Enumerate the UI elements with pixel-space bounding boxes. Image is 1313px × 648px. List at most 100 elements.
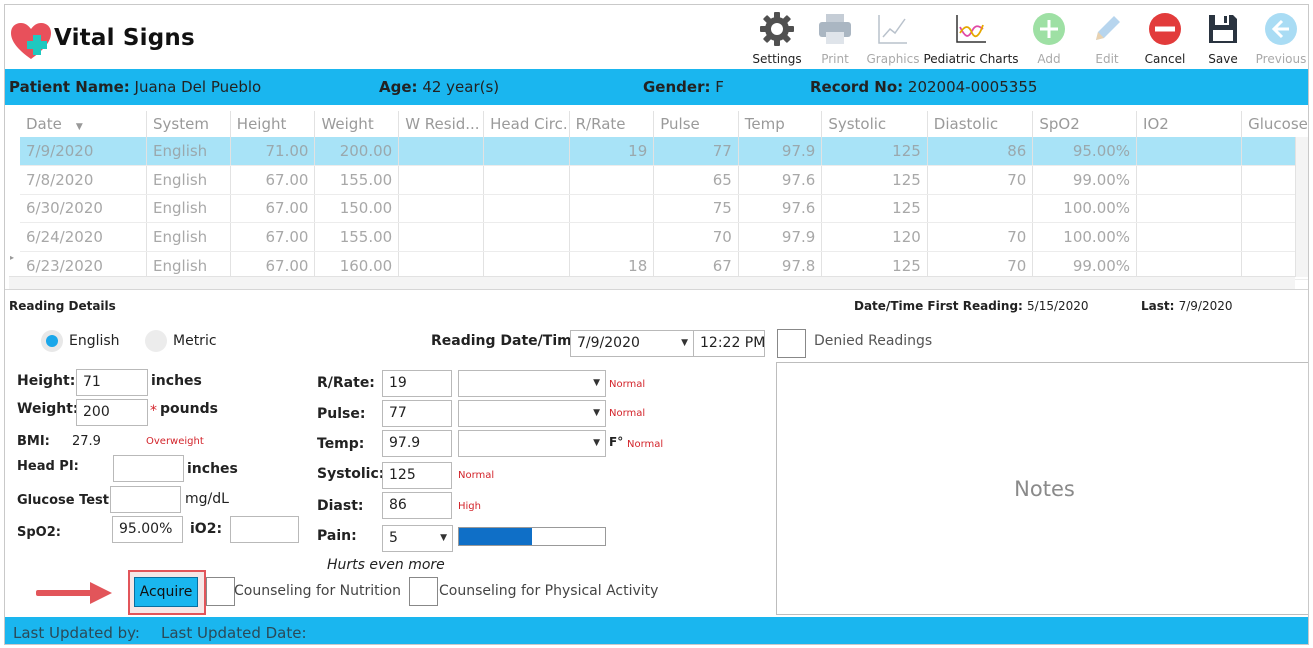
chevron-down-icon: ▼ (593, 378, 600, 388)
chevron-down-icon: ▼ (681, 338, 688, 348)
table-cell: 100.00% (1032, 194, 1138, 224)
systolic-input[interactable]: 125 (382, 462, 452, 489)
table-row[interactable]: 6/30/2020 English 67.00 150.00 75 97.6 125 100.… (20, 194, 1308, 224)
notes-textarea[interactable]: Notes (776, 362, 1308, 615)
column-header[interactable]: Diastolic (927, 111, 1034, 137)
table-cell: 65 (653, 165, 739, 195)
cancel-label: Cancel (1144, 52, 1186, 66)
weight-input[interactable]: 200 (76, 399, 148, 426)
table-cell: 150.00 (314, 194, 400, 224)
temp-input[interactable]: 97.9 (382, 430, 452, 457)
column-header[interactable]: Temp (738, 111, 823, 137)
bmi-value: 27.9 (72, 434, 101, 449)
counseling-physical-activity-label: Counseling for Physical Activity (439, 583, 659, 599)
column-header[interactable]: W Resid... (398, 111, 485, 137)
table-row[interactable]: 7/8/2020 English 67.00 155.00 65 97.6 125 70 99.… (20, 165, 1308, 195)
add-label: Add (1037, 52, 1061, 66)
pulse-dropdown[interactable]: ▼ (458, 400, 606, 427)
counseling-nutrition-checkbox[interactable] (206, 577, 235, 606)
table-row[interactable]: 7/9/2020 English 71.00 200.00 19 77 97.9 125 86 9… (20, 137, 1308, 167)
status-footer: Last Updated by: Last Updated Date: (5, 617, 1308, 644)
patient-age: Age: 42 year(s) (379, 78, 500, 96)
table-row[interactable]: 6/24/2020 English 67.00 155.00 70 97.9 120 70 10… (20, 222, 1308, 252)
diastolic-status: High (458, 501, 481, 512)
cancel-button[interactable]: Cancel (1136, 5, 1194, 69)
temp-label: Temp: (317, 436, 365, 452)
table-cell: 97.6 (738, 194, 823, 224)
temp-dropdown[interactable]: ▼ (458, 430, 606, 457)
table-cell (569, 222, 655, 252)
table-cell: 125 (821, 165, 928, 195)
table-cell: 155.00 (314, 165, 400, 195)
acquire-button[interactable]: Acquire (134, 577, 198, 607)
table-cell (1136, 222, 1243, 252)
app-header: Vital Signs Settings Print Graphics Pedi… (5, 5, 1308, 69)
pediatric-chart-icon (951, 11, 991, 47)
column-header[interactable]: Glucose (1241, 111, 1308, 137)
heart-cross-logo-icon (11, 23, 51, 59)
column-header[interactable]: Date ▼ (20, 111, 148, 137)
metric-radio[interactable] (145, 330, 167, 352)
pain-level-bar (458, 527, 606, 546)
spo2-input[interactable]: 95.00% (112, 516, 183, 543)
add-button[interactable]: Add (1020, 5, 1078, 69)
pulse-status: Normal (609, 408, 646, 419)
reading-time-field[interactable]: 12:22 PM (693, 330, 765, 357)
last-reading-info: Last: 7/9/2020 (1141, 299, 1233, 313)
column-header[interactable]: Height (230, 111, 316, 137)
io2-input[interactable] (230, 516, 299, 543)
table-cell: 67.00 (230, 165, 316, 195)
rrate-dropdown[interactable]: ▼ (458, 370, 606, 397)
patient-record-number: Record No: 202004-0005355 (810, 78, 1038, 96)
glucose-test-label: Glucose Test: (17, 493, 115, 508)
table-cell (569, 165, 655, 195)
patient-name: Patient Name: Juana Del Pueblo (9, 78, 262, 96)
previous-button[interactable]: Previous (1252, 5, 1308, 69)
pulse-input[interactable]: 77 (382, 400, 452, 427)
floppy-disk-icon (1203, 11, 1243, 47)
column-header[interactable]: SpO2 (1032, 111, 1138, 137)
table-cell: 19 (569, 137, 655, 167)
table-cell (1136, 137, 1243, 167)
counseling-physical-activity-checkbox[interactable] (409, 577, 438, 606)
edit-button[interactable]: Edit (1078, 5, 1136, 69)
english-radio[interactable] (41, 330, 63, 352)
denied-readings-checkbox[interactable] (777, 329, 806, 358)
table-cell: English (146, 165, 231, 195)
column-header[interactable]: Systolic (821, 111, 928, 137)
pencil-icon (1087, 11, 1127, 47)
print-button[interactable]: Print (806, 5, 864, 69)
grid-horizontal-scrollbar[interactable] (9, 276, 1295, 289)
column-header[interactable]: Pulse (653, 111, 739, 137)
table-cell (483, 137, 570, 167)
column-header[interactable]: Head Circ. (483, 111, 570, 137)
glucose-test-input[interactable] (110, 486, 181, 513)
settings-button[interactable]: Settings (748, 5, 806, 69)
table-cell: 70 (927, 165, 1034, 195)
weight-unit: pounds (160, 401, 218, 417)
head-pi-input[interactable] (113, 455, 184, 482)
grid-vertical-scrollbar[interactable] (1295, 137, 1308, 277)
column-header[interactable]: R/Rate (569, 111, 655, 137)
table-cell: 125 (821, 194, 928, 224)
graphics-button[interactable]: Graphics (864, 5, 922, 69)
column-header[interactable]: Weight (314, 111, 400, 137)
reading-date-picker[interactable]: 7/9/2020 ▼ (570, 330, 694, 357)
last-updated-date: Last Updated Date: (161, 624, 307, 642)
pain-dropdown[interactable]: 5 ▼ (382, 525, 453, 552)
pain-description: Hurts even more (327, 557, 445, 573)
save-button[interactable]: Save (1194, 5, 1252, 69)
column-header[interactable]: IO2 (1136, 111, 1243, 137)
weight-label: Weight: (17, 401, 79, 417)
counseling-nutrition-label: Counseling for Nutrition (234, 583, 401, 599)
table-cell: 97.9 (738, 222, 823, 252)
height-input[interactable]: 71 (76, 369, 148, 396)
table-cell (1136, 165, 1243, 195)
pain-level-fill (459, 528, 532, 545)
diastolic-input[interactable]: 86 (382, 492, 452, 519)
table-cell: 86 (927, 137, 1034, 167)
column-header[interactable]: System (146, 111, 231, 137)
pediatric-charts-button[interactable]: Pediatric Charts (922, 5, 1020, 69)
minus-circle-icon (1145, 11, 1185, 47)
rrate-input[interactable]: 19 (382, 370, 452, 397)
